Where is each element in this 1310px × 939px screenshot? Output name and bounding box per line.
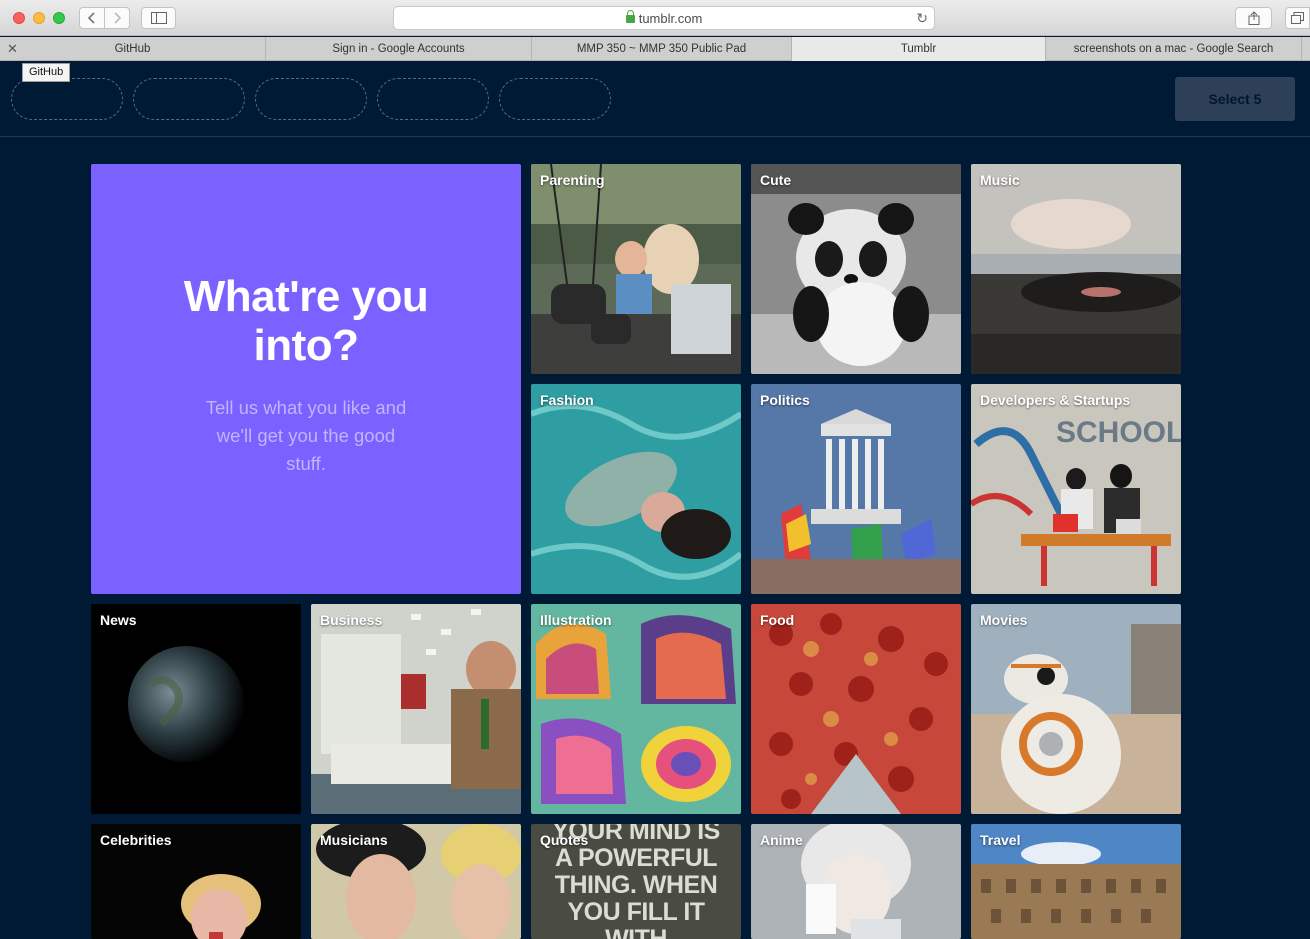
tile-label: Anime [760,832,803,848]
selection-slot [377,78,489,120]
sidebar-icon [150,12,167,24]
tab-tumblr[interactable]: Tumblr [792,37,1046,61]
category-tile-musicians[interactable]: Musicians [311,824,521,939]
tab-label: screenshots on a mac - Google Search [1073,43,1274,55]
tile-label: Politics [760,392,810,408]
family-swing-photo [531,164,741,374]
share-icon [1248,11,1259,25]
url-text: tumblr.com [638,10,703,26]
lock-icon [625,10,635,23]
tile-label: Fashion [540,392,594,408]
tab-google-search[interactable]: screenshots on a mac - Google Search [1046,37,1302,61]
tab-label: Sign in - Google Accounts [332,43,465,55]
category-tile-politics[interactable]: Politics [751,384,961,594]
page-title: What're you into? [183,272,429,370]
category-tile-cute[interactable]: Cute [751,164,961,374]
tab-label: MMP 350 ~ MMP 350 Public Pad [576,43,747,55]
category-tile-illustration[interactable]: Illustration [531,604,741,814]
tab-tooltip: GitHub [22,63,71,82]
tile-label: Cute [760,172,792,188]
category-tile-celebrities[interactable]: Celebrities [91,824,301,939]
share-button[interactable] [1235,7,1272,29]
tabs-icon [1291,12,1304,24]
category-tile-news[interactable]: News [91,604,301,814]
category-tile-music[interactable]: Music [971,164,1181,374]
flatiron-school-photo: SCHOOL [971,384,1181,594]
category-tile-quotes[interactable]: YOUR MIND IS A POWERFUL THING. WHEN YOU … [531,824,741,939]
panda-photo [751,164,961,374]
office-cartoon-photo [311,604,521,814]
tile-label: Music [980,172,1020,188]
tile-label: Quotes [540,832,589,848]
reload-icon[interactable]: ↻ [916,10,928,27]
tile-label: Movies [980,612,1028,628]
category-tile-movies[interactable]: Movies [971,604,1181,814]
tab-label: Tumblr [900,43,937,55]
svg-text:SCHOOL: SCHOOL [1056,416,1181,449]
browser-toolbar: tumblr.com ↻ [0,0,1310,36]
category-tile-parenting[interactable]: Parenting [531,164,741,374]
tile-label: Musicians [320,832,388,848]
category-tile-anime[interactable]: Anime [751,824,961,939]
tile-label: News [100,612,137,628]
category-tile-business[interactable]: Business [311,604,521,814]
pool-fashion-photo [531,384,741,594]
tab-label: GitHub [114,43,151,55]
tab-mmp-350[interactable]: MMP 350 ~ MMP 350 Public Pad [532,37,792,61]
tab-google-accounts[interactable]: Sign in - Google Accounts [266,37,532,61]
tile-label: Celebrities [100,832,172,848]
category-tile-travel[interactable]: Travel [971,824,1181,939]
tab-github[interactable]: ✕ GitHub [0,37,266,61]
tab-overflow[interactable] [1302,37,1310,61]
category-tile-food[interactable]: Food [751,604,961,814]
forward-button[interactable] [104,7,130,29]
tile-label: Food [760,612,795,628]
tile-label: Business [320,612,383,628]
intro-card: What're you into? Tell us what you like … [91,164,521,594]
intro-subtitle: Tell us what you like and we'll get you … [205,397,407,474]
tile-label: Illustration [540,612,612,628]
zoom-window-button[interactable] [53,12,65,24]
tab-bar: ✕ GitHub Sign in - Google Accounts MMP 3… [0,37,1310,61]
tile-label: Travel [980,832,1021,848]
back-button[interactable] [79,7,105,29]
selection-slot [255,78,367,120]
show-tabs-button[interactable] [1285,7,1310,29]
minimize-window-button[interactable] [33,12,45,24]
selection-slot [11,78,123,120]
bb8-photo [971,604,1181,814]
select-5-button[interactable]: Select 5 [1175,77,1295,121]
selection-slot [499,78,611,120]
supreme-court-photo [751,384,961,594]
tile-label: Parenting [540,172,605,188]
pizza-photo [751,604,961,814]
selection-slot [133,78,245,120]
chevron-right-icon [114,12,122,24]
chevron-left-icon [87,12,95,24]
category-tile-developers-startups[interactable]: SCHOOL Developers & Startups [971,384,1181,594]
selection-header: Select 5 [0,62,1310,137]
tile-label: Developers & Startups [980,392,1131,408]
close-window-button[interactable] [13,12,25,24]
abstract-art-photo [531,604,741,814]
address-bar[interactable]: tumblr.com ↻ [393,6,935,30]
sidebar-toggle-button[interactable] [141,7,176,29]
earth-photo [91,604,301,814]
record-player-photo [971,164,1181,374]
close-tab-icon[interactable]: ✕ [7,41,18,57]
category-tile-fashion[interactable]: Fashion [531,384,741,594]
